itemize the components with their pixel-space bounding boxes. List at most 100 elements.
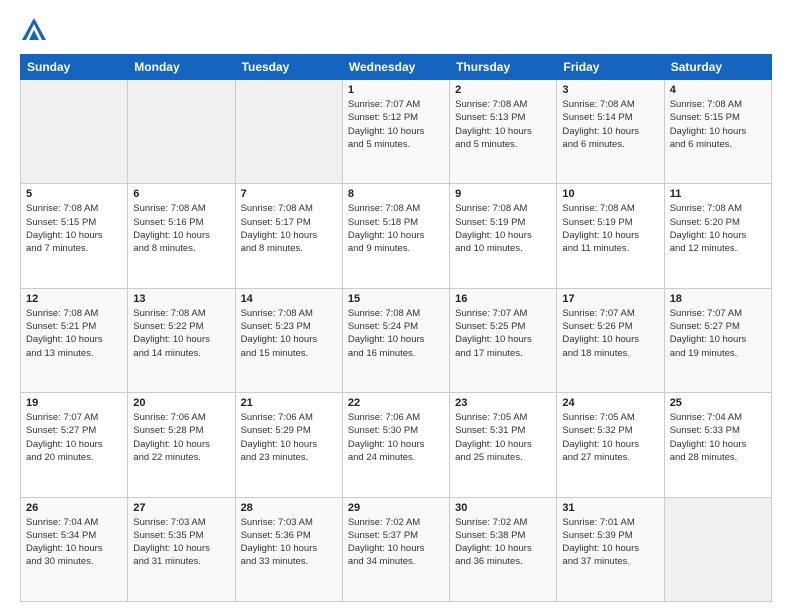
day-number: 25 (670, 397, 766, 409)
day-info: Sunrise: 7:02 AM Sunset: 5:38 PM Dayligh… (455, 516, 551, 569)
calendar-cell: 23Sunrise: 7:05 AM Sunset: 5:31 PM Dayli… (450, 393, 557, 497)
day-number: 8 (348, 188, 444, 200)
calendar-cell: 6 Sunrise: 7:08 AM Sunset: 5:16 PM Daylig… (128, 184, 235, 288)
calendar-table: SundayMondayTuesdayWednesdayThursdayFrid… (20, 54, 772, 602)
day-info: Sunrise: 7:07 AM Sunset: 5:12 PM Dayligh… (348, 98, 444, 151)
day-number: 3 (562, 84, 658, 96)
calendar-cell: 1 Sunrise: 7:07 AM Sunset: 5:12 PM Daylig… (342, 80, 449, 184)
day-number: 12 (26, 293, 122, 305)
logo (20, 16, 52, 44)
calendar-cell: 19 Sunrise: 7:07 AM Sunset: 5:27 PM Dayli… (21, 393, 128, 497)
day-number: 7 (241, 188, 337, 200)
day-header-tuesday: Tuesday (235, 55, 342, 80)
day-number: 19 (26, 397, 122, 409)
week-row-3: 19 Sunrise: 7:07 AM Sunset: 5:27 PM Dayli… (21, 393, 772, 497)
day-info: Sunrise: 7:08 AM Sunset: 5:21 PM Dayligh… (26, 307, 122, 360)
calendar-cell: 9Sunrise: 7:08 AM Sunset: 5:19 PM Daylig… (450, 184, 557, 288)
week-row-2: 12 Sunrise: 7:08 AM Sunset: 5:21 PM Dayli… (21, 288, 772, 392)
week-row-0: 1 Sunrise: 7:07 AM Sunset: 5:12 PM Daylig… (21, 80, 772, 184)
day-number: 20 (133, 397, 229, 409)
day-number: 24 (562, 397, 658, 409)
calendar-cell: 7 Sunrise: 7:08 AM Sunset: 5:17 PM Daylig… (235, 184, 342, 288)
calendar-cell (664, 497, 771, 601)
day-info: Sunrise: 7:07 AM Sunset: 5:27 PM Dayligh… (26, 411, 122, 464)
day-number: 15 (348, 293, 444, 305)
calendar-cell (128, 80, 235, 184)
day-info: Sunrise: 7:04 AM Sunset: 5:33 PM Dayligh… (670, 411, 766, 464)
calendar-cell: 10 Sunrise: 7:08 AM Sunset: 5:19 PM Dayli… (557, 184, 664, 288)
calendar-cell: 28 Sunrise: 7:03 AM Sunset: 5:36 PM Dayli… (235, 497, 342, 601)
day-info: Sunrise: 7:08 AM Sunset: 5:15 PM Dayligh… (26, 202, 122, 255)
day-number: 26 (26, 502, 122, 514)
calendar-cell: 3 Sunrise: 7:08 AM Sunset: 5:14 PM Daylig… (557, 80, 664, 184)
day-info: Sunrise: 7:08 AM Sunset: 5:17 PM Dayligh… (241, 202, 337, 255)
calendar-cell: 21 Sunrise: 7:06 AM Sunset: 5:29 PM Dayli… (235, 393, 342, 497)
day-info: Sunrise: 7:08 AM Sunset: 5:15 PM Dayligh… (670, 98, 766, 151)
day-info: Sunrise: 7:08 AM Sunset: 5:14 PM Dayligh… (562, 98, 658, 151)
page: SundayMondayTuesdayWednesdayThursdayFrid… (0, 0, 792, 612)
day-info: Sunrise: 7:08 AM Sunset: 5:16 PM Dayligh… (133, 202, 229, 255)
calendar-cell: 4 Sunrise: 7:08 AM Sunset: 5:15 PM Daylig… (664, 80, 771, 184)
day-number: 31 (562, 502, 658, 514)
calendar-cell: 14 Sunrise: 7:08 AM Sunset: 5:23 PM Dayli… (235, 288, 342, 392)
day-info: Sunrise: 7:07 AM Sunset: 5:25 PM Dayligh… (455, 307, 551, 360)
calendar-cell: 12 Sunrise: 7:08 AM Sunset: 5:21 PM Dayli… (21, 288, 128, 392)
week-row-4: 26 Sunrise: 7:04 AM Sunset: 5:34 PM Dayli… (21, 497, 772, 601)
calendar-cell: 17 Sunrise: 7:07 AM Sunset: 5:26 PM Dayli… (557, 288, 664, 392)
day-info: Sunrise: 7:07 AM Sunset: 5:26 PM Dayligh… (562, 307, 658, 360)
day-info: Sunrise: 7:07 AM Sunset: 5:27 PM Dayligh… (670, 307, 766, 360)
calendar-cell: 11Sunrise: 7:08 AM Sunset: 5:20 PM Dayli… (664, 184, 771, 288)
day-number: 6 (133, 188, 229, 200)
day-number: 16 (455, 293, 551, 305)
day-number: 27 (133, 502, 229, 514)
day-header-friday: Friday (557, 55, 664, 80)
calendar-cell: 8 Sunrise: 7:08 AM Sunset: 5:18 PM Daylig… (342, 184, 449, 288)
day-info: Sunrise: 7:04 AM Sunset: 5:34 PM Dayligh… (26, 516, 122, 569)
header (20, 16, 772, 44)
day-number: 14 (241, 293, 337, 305)
day-info: Sunrise: 7:08 AM Sunset: 5:22 PM Dayligh… (133, 307, 229, 360)
calendar-cell: 31Sunrise: 7:01 AM Sunset: 5:39 PM Dayli… (557, 497, 664, 601)
day-number: 22 (348, 397, 444, 409)
calendar-cell: 27 Sunrise: 7:03 AM Sunset: 5:35 PM Dayli… (128, 497, 235, 601)
calendar-cell: 13 Sunrise: 7:08 AM Sunset: 5:22 PM Dayli… (128, 288, 235, 392)
day-number: 9 (455, 188, 551, 200)
calendar-cell: 24 Sunrise: 7:05 AM Sunset: 5:32 PM Dayli… (557, 393, 664, 497)
day-number: 23 (455, 397, 551, 409)
header-row: SundayMondayTuesdayWednesdayThursdayFrid… (21, 55, 772, 80)
day-number: 4 (670, 84, 766, 96)
day-info: Sunrise: 7:08 AM Sunset: 5:20 PM Dayligh… (670, 202, 766, 255)
week-row-1: 5Sunrise: 7:08 AM Sunset: 5:15 PM Daylig… (21, 184, 772, 288)
day-number: 29 (348, 502, 444, 514)
day-number: 1 (348, 84, 444, 96)
day-header-wednesday: Wednesday (342, 55, 449, 80)
calendar-cell (235, 80, 342, 184)
calendar-cell: 2Sunrise: 7:08 AM Sunset: 5:13 PM Daylig… (450, 80, 557, 184)
day-info: Sunrise: 7:08 AM Sunset: 5:19 PM Dayligh… (562, 202, 658, 255)
calendar-cell: 29Sunrise: 7:02 AM Sunset: 5:37 PM Dayli… (342, 497, 449, 601)
day-info: Sunrise: 7:06 AM Sunset: 5:29 PM Dayligh… (241, 411, 337, 464)
calendar-cell (21, 80, 128, 184)
day-number: 10 (562, 188, 658, 200)
calendar-cell: 15 Sunrise: 7:08 AM Sunset: 5:24 PM Dayli… (342, 288, 449, 392)
day-number: 21 (241, 397, 337, 409)
day-header-monday: Monday (128, 55, 235, 80)
day-header-sunday: Sunday (21, 55, 128, 80)
day-info: Sunrise: 7:08 AM Sunset: 5:18 PM Dayligh… (348, 202, 444, 255)
day-number: 2 (455, 84, 551, 96)
calendar-cell: 22Sunrise: 7:06 AM Sunset: 5:30 PM Dayli… (342, 393, 449, 497)
day-info: Sunrise: 7:08 AM Sunset: 5:23 PM Dayligh… (241, 307, 337, 360)
calendar-cell: 18 Sunrise: 7:07 AM Sunset: 5:27 PM Dayli… (664, 288, 771, 392)
day-number: 18 (670, 293, 766, 305)
day-number: 17 (562, 293, 658, 305)
day-number: 28 (241, 502, 337, 514)
day-info: Sunrise: 7:08 AM Sunset: 5:24 PM Dayligh… (348, 307, 444, 360)
day-number: 30 (455, 502, 551, 514)
day-number: 13 (133, 293, 229, 305)
day-info: Sunrise: 7:03 AM Sunset: 5:36 PM Dayligh… (241, 516, 337, 569)
day-info: Sunrise: 7:03 AM Sunset: 5:35 PM Dayligh… (133, 516, 229, 569)
calendar-cell: 5Sunrise: 7:08 AM Sunset: 5:15 PM Daylig… (21, 184, 128, 288)
logo-icon (20, 16, 48, 44)
day-info: Sunrise: 7:05 AM Sunset: 5:32 PM Dayligh… (562, 411, 658, 464)
calendar-cell: 16 Sunrise: 7:07 AM Sunset: 5:25 PM Dayli… (450, 288, 557, 392)
